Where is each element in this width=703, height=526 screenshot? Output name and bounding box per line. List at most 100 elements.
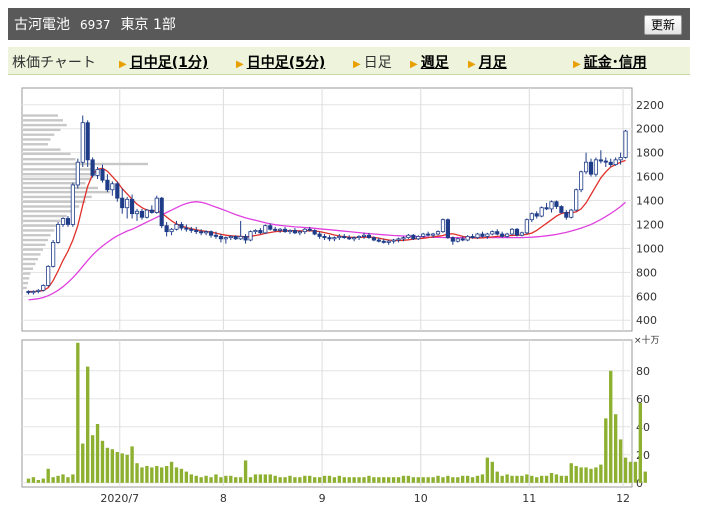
volume-bar: [480, 474, 485, 483]
volume-bar: [199, 477, 203, 483]
volume-profile-bar: [23, 243, 46, 247]
volume-bar: [105, 447, 110, 483]
candle-body: [500, 233, 505, 237]
x-tick-label: 11: [522, 492, 536, 505]
volume-bar: [599, 464, 603, 483]
candle-body: [603, 160, 608, 163]
candle-body: [159, 197, 164, 227]
volume-bar: [317, 477, 322, 483]
volume-bar: [638, 403, 643, 483]
volume-bar: [618, 439, 623, 483]
candle-body: [199, 231, 204, 234]
volume-bar: [209, 477, 213, 483]
candle-body: [416, 236, 421, 240]
candle-body: [505, 233, 510, 237]
volume-profile-bar: [23, 234, 51, 237]
candle-body: [110, 183, 115, 191]
volume-bar: [308, 475, 312, 483]
volume-bar: [609, 370, 613, 483]
candle-body: [312, 230, 317, 235]
volume-bar: [90, 435, 95, 483]
candle-body: [85, 122, 90, 161]
volume-bar: [594, 467, 598, 483]
candle-body: [490, 231, 495, 235]
candle-body: [169, 228, 174, 233]
volume-profile-bar: [23, 200, 86, 203]
candle-body: [613, 159, 618, 166]
price-tick-label: 2200: [636, 99, 664, 112]
volume-bar: [278, 477, 282, 483]
candle-body: [263, 225, 268, 234]
volume-bar: [115, 452, 119, 483]
candle-body: [273, 228, 278, 231]
volume-bar: [465, 475, 470, 483]
volume-bar: [485, 457, 490, 483]
volume-bar: [623, 457, 628, 483]
volume-bar: [520, 475, 524, 483]
volume-bar: [229, 475, 233, 483]
volume-bar: [574, 466, 578, 483]
volume-bar: [579, 467, 583, 483]
candle-body: [46, 265, 51, 286]
candle-body: [445, 219, 450, 239]
volume-bar: [535, 477, 539, 483]
volume-profile-bar: [23, 172, 98, 176]
candle-body: [583, 161, 589, 173]
volume-bar: [451, 477, 455, 483]
volume-bar: [268, 474, 272, 483]
volume-bar: [322, 475, 327, 483]
volume-bar: [81, 443, 85, 483]
volume-bar: [164, 466, 169, 483]
candle-body: [588, 161, 594, 175]
candle-body: [70, 184, 75, 225]
candle-body: [470, 236, 475, 239]
volume-bar: [475, 475, 480, 483]
price-tick-label: 800: [636, 266, 657, 279]
candle-body: [307, 228, 312, 231]
volume-profile-bar: [23, 148, 61, 151]
price-tick-label: 1200: [636, 218, 664, 231]
volume-bar: [130, 446, 134, 483]
volume-bar: [411, 477, 416, 483]
candle-body: [421, 233, 426, 237]
volume-bar: [362, 477, 366, 483]
candle-body: [381, 240, 386, 243]
x-tick-label: 10: [414, 492, 428, 505]
candle-body: [36, 289, 41, 292]
candle-body: [435, 231, 441, 235]
candle-body: [105, 179, 110, 191]
x-tick-label: 12: [616, 492, 630, 505]
volume-bar: [549, 473, 554, 483]
volume-unit-label: ×十万: [634, 334, 660, 346]
volume-bar: [253, 474, 258, 483]
volume-bar: [86, 366, 90, 483]
volume-profile-bar: [23, 138, 51, 141]
volume-bar: [431, 477, 435, 483]
volume-bar: [238, 477, 243, 483]
candle-body: [120, 197, 125, 209]
volume-profile-bar: [23, 224, 58, 227]
volume-bar: [544, 475, 549, 483]
price-tick-label: 400: [636, 314, 657, 327]
candle-body: [356, 236, 362, 239]
volume-bar: [530, 475, 534, 483]
candle-body: [223, 237, 228, 240]
volume-bar: [258, 474, 263, 483]
volume-bar: [554, 474, 559, 483]
volume-profile-bar: [23, 214, 67, 218]
candle-body: [534, 213, 539, 217]
volume-profile-bar: [23, 195, 92, 199]
candle-body: [539, 207, 544, 217]
candle-body: [233, 236, 238, 240]
candle-body: [65, 218, 71, 225]
candle-body: [41, 285, 46, 291]
volume-profile-bar: [23, 229, 55, 232]
candle-body: [593, 159, 599, 175]
volume-profile-bar: [23, 133, 55, 136]
volume-bar: [505, 474, 509, 483]
volume-bar: [174, 467, 179, 483]
volume-profile-bar: [23, 119, 63, 122]
candle-body: [144, 209, 149, 218]
volume-bar: [377, 477, 381, 483]
volume-bar: [391, 477, 396, 483]
